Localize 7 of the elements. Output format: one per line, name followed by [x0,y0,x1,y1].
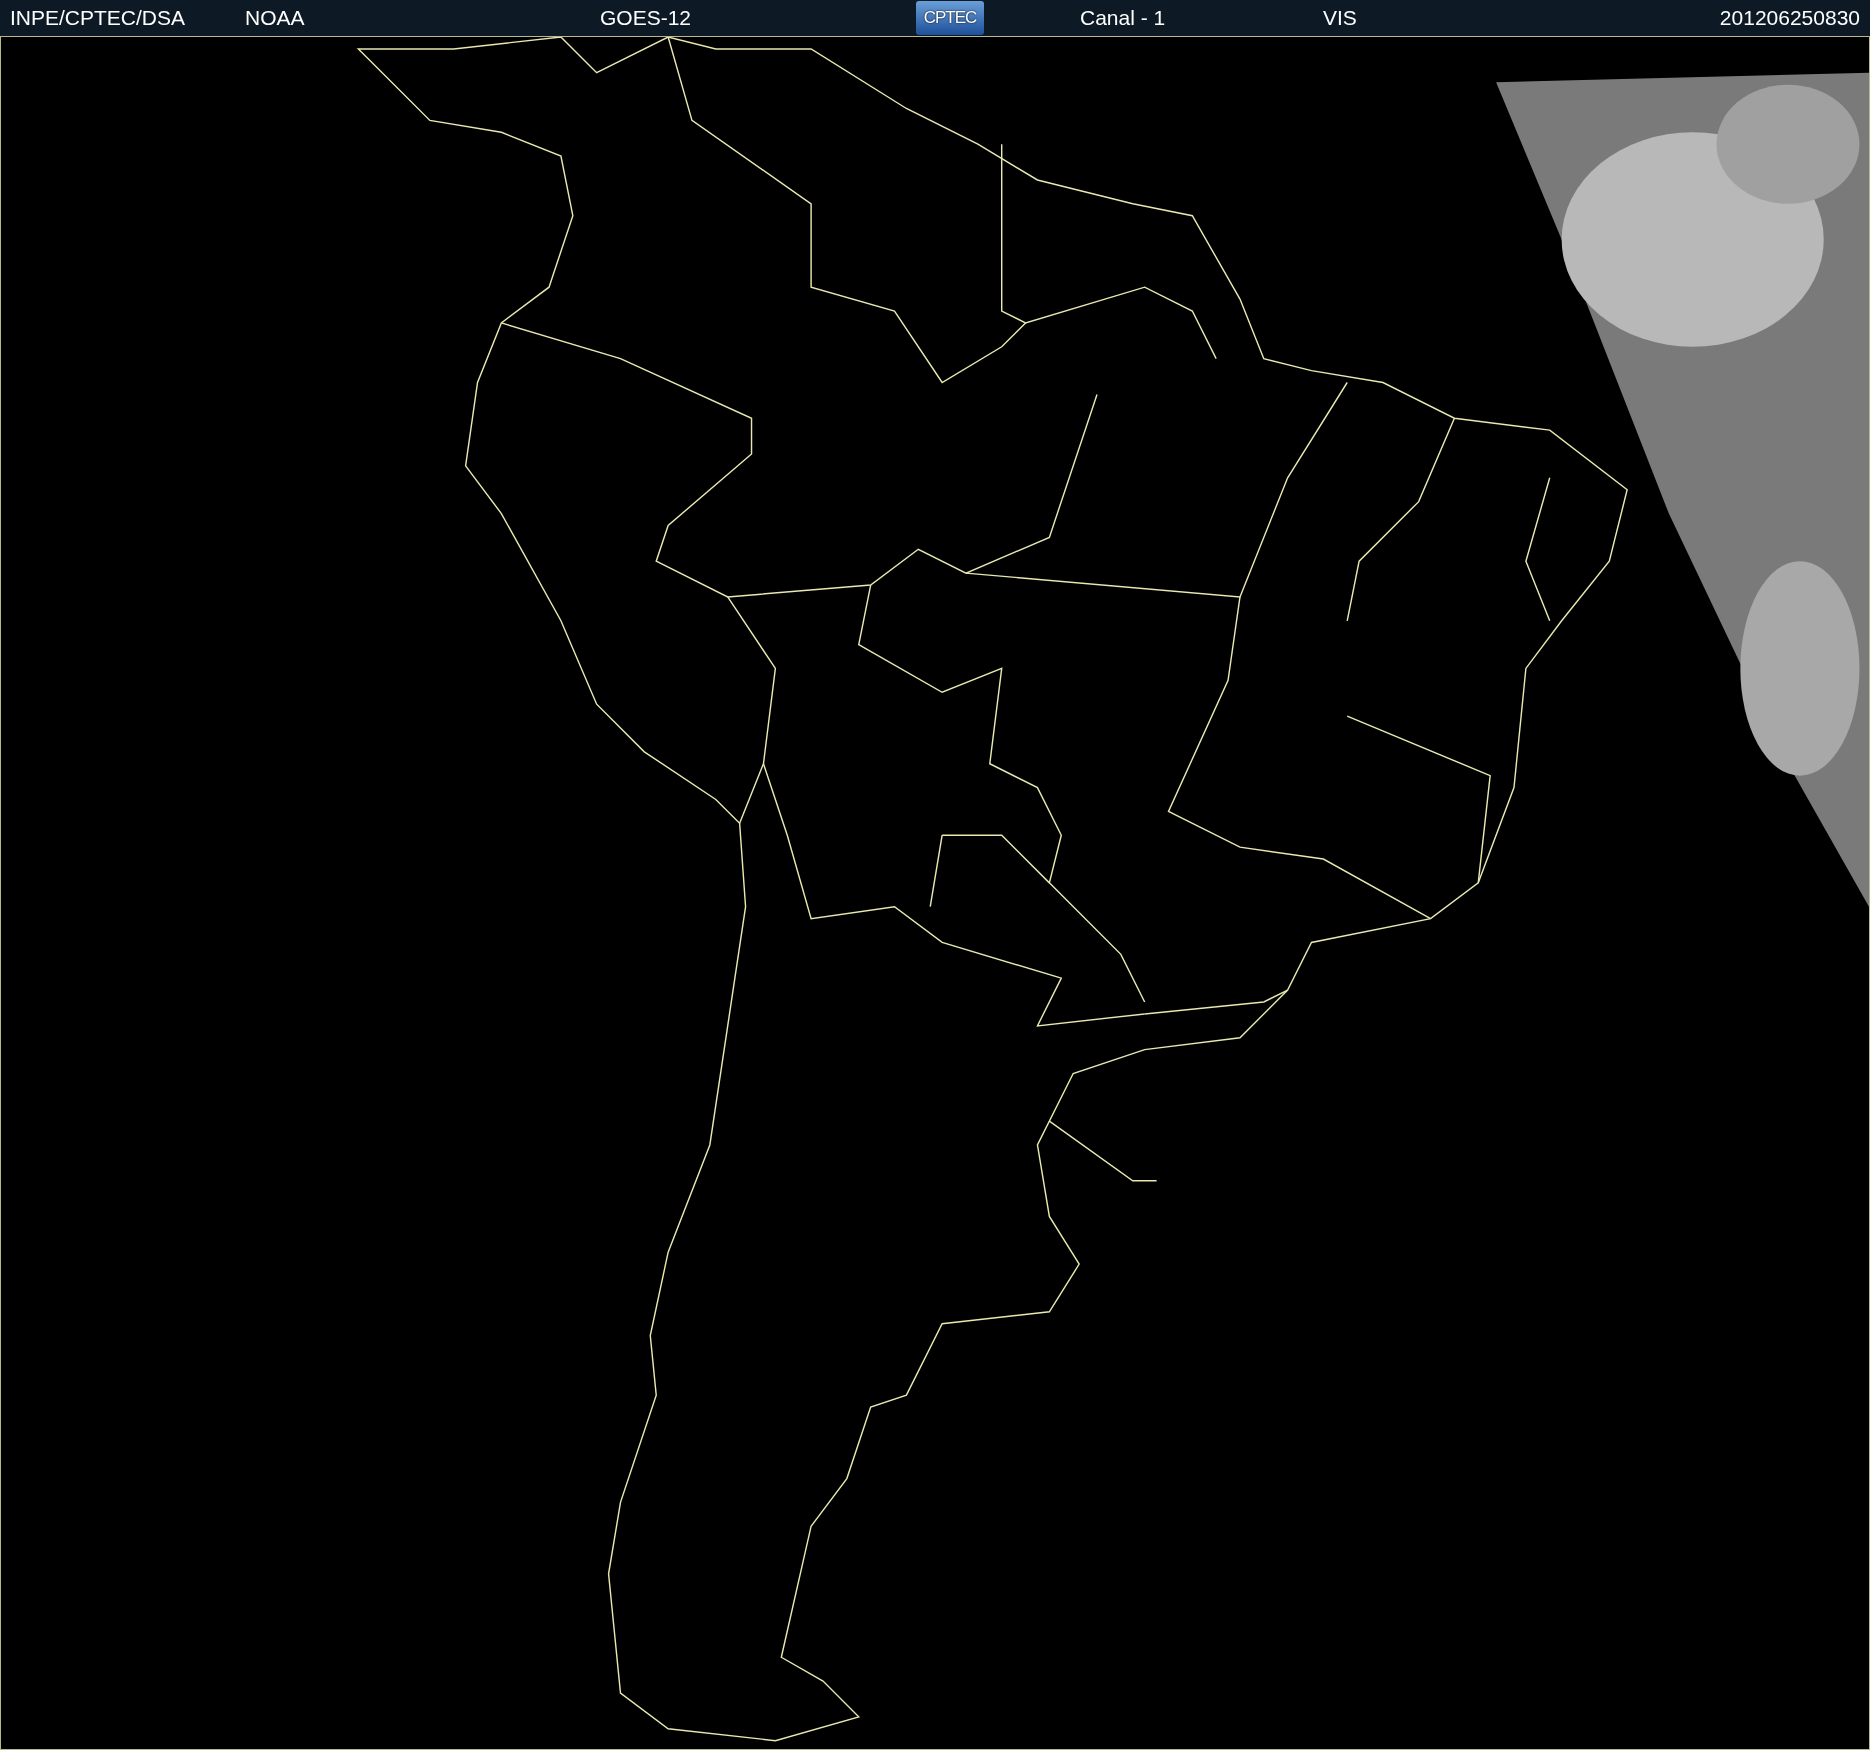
satellite-label: GOES-12 [600,6,692,30]
band-label: VIS [1323,6,1357,30]
agency-label: NOAA [245,6,305,30]
source-label: INPE/CPTEC/DSA [10,6,186,30]
logo: CPTEC [916,1,984,35]
timestamp-label: 201206250830 [1719,6,1860,30]
channel-label: Canal - 1 [1080,6,1166,30]
